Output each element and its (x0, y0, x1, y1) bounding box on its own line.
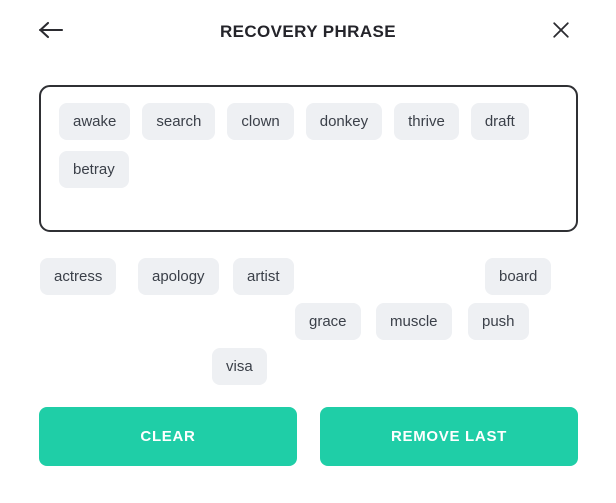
arrow-left-icon (38, 20, 64, 40)
selected-word-chip[interactable]: betray (59, 151, 129, 188)
selected-word-chip[interactable]: draft (470, 103, 529, 140)
available-word-chip[interactable]: actress (40, 258, 117, 295)
action-button-row: CLEAR REMOVE LAST (39, 407, 578, 466)
selected-word-chip[interactable]: thrive (394, 103, 459, 140)
selected-word-chip[interactable]: awake (59, 103, 131, 140)
close-icon (552, 21, 570, 39)
recovery-phrase-input-box[interactable]: awake search clown donkey thrive draft betray (39, 85, 578, 232)
available-word-chip[interactable]: push (468, 303, 529, 340)
available-word-chip[interactable]: muscle (376, 303, 452, 340)
available-word-chip[interactable]: visa (212, 348, 267, 385)
available-word-chip[interactable]: grace (295, 303, 361, 340)
remove-last-button[interactable]: REMOVE LAST (320, 407, 578, 466)
available-word-chip[interactable]: board (485, 258, 552, 295)
selected-word-list: awake search clown donkey thrive draft betray (59, 103, 558, 188)
close-button[interactable] (544, 13, 578, 47)
selected-word-chip[interactable]: clown (227, 103, 294, 140)
available-word-chip[interactable]: apology (138, 258, 219, 295)
page-title: RECOVERY PHRASE (219, 21, 397, 41)
selected-word-chip[interactable]: donkey (305, 103, 383, 140)
modal-header: RECOVERY PHRASE (0, 0, 616, 62)
back-button[interactable] (34, 13, 68, 47)
selected-word-chip[interactable]: search (142, 103, 216, 140)
available-word-pool: actress apology artist board grace muscle push… (0, 258, 616, 398)
available-word-chip[interactable]: artist (233, 258, 294, 295)
clear-button[interactable]: CLEAR (39, 407, 297, 466)
